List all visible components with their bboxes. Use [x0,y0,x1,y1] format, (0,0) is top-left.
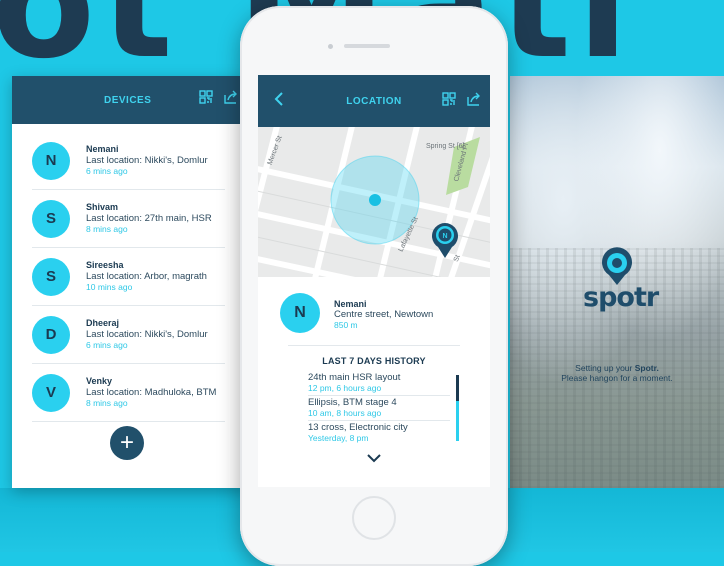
splash-message-prefix: Setting up your [575,363,635,373]
spotr-logo-pin-icon [602,247,632,285]
device-time: 6 mins ago [86,340,128,350]
history-place: Ellipsis, BTM stage 4 [308,397,397,408]
contact-location: Centre street, Newtown [334,309,434,320]
device-name: Shivam [86,202,119,212]
device-time: 8 mins ago [86,224,128,234]
avatar: D [32,315,70,354]
history-title: LAST 7 DAYS HISTORY [322,356,426,366]
phone-camera [328,44,333,49]
device-name: Venky [86,376,113,386]
street-label: Spring St [6] [426,143,465,150]
history-item[interactable]: 13 cross, Electronic city Yesterday, 8 p… [308,421,450,446]
history-place: 24th main HSR layout [308,372,401,383]
splash-screen: spotr Setting up your Spotr. Please hang… [510,76,724,488]
device-name: Dheeraj [86,318,120,328]
device-row[interactable]: S Sireesha Last location: Arbor, magrath… [32,248,225,306]
device-location: Last location: Arbor, magrath [86,271,207,282]
qr-code-icon[interactable] [199,90,213,104]
device-list: N Nemani Last location: Nikki's, Domlur … [12,124,247,422]
device-time: 6 mins ago [86,166,128,176]
history-time: 12 pm, 6 hours ago [308,383,382,393]
qr-code-icon[interactable] [442,92,456,106]
history-place: 13 cross, Electronic city [308,422,408,433]
chevron-down-icon[interactable] [366,450,382,468]
device-row[interactable]: N Nemani Last location: Nikki's, Domlur … [32,132,225,190]
divider [288,345,460,346]
spotr-logo-text: spotr [583,282,659,313]
avatar: N [32,141,70,180]
device-name: Nemani [86,144,119,154]
device-row[interactable]: D Dheeraj Last location: Nikki's, Domlur… [32,306,225,364]
device-row[interactable]: V Venky Last location: Madhuloka, BTM 8 … [32,364,225,422]
splash-message: Setting up your Spotr. Please hangon for… [510,363,724,383]
avatar: N [280,293,320,333]
location-app-bar: LOCATION [258,75,490,127]
history-list: 24th main HSR layout 12 pm, 6 hours ago … [308,371,450,446]
device-location: Last location: Nikki's, Domlur [86,329,208,340]
devices-screen: DEVICES N Nemani Last location: Nikki's,… [12,76,247,488]
splash-message-line2: Please hangon for a moment. [561,373,673,383]
device-location: Last location: Madhuloka, BTM [86,387,217,398]
device-row[interactable]: S Shivam Last location: 27th main, HSR 8… [32,190,225,248]
device-location: Last location: 27th main, HSR [86,213,212,224]
devices-app-bar: DEVICES [12,76,247,124]
devices-title: DEVICES [104,94,152,106]
share-icon[interactable] [223,90,239,104]
device-name: Sireesha [86,260,124,270]
avatar: S [32,199,70,238]
share-icon[interactable] [466,92,482,106]
device-time: 8 mins ago [86,398,128,408]
history-item[interactable]: 24th main HSR layout 12 pm, 6 hours ago [308,371,450,396]
history-item[interactable]: Ellipsis, BTM stage 4 10 am, 8 hours ago [308,396,450,421]
avatar: V [32,373,70,412]
phone-frame: LOCATION Spring St [6] Mercer St Clevela… [240,6,508,566]
map-marker-initial: N [442,233,447,240]
contact-name: Nemani [334,299,367,309]
map-marker-icon[interactable]: N [430,219,460,259]
location-screen: LOCATION Spring St [6] Mercer St Clevela… [258,75,490,487]
splash-message-brand: Spotr. [634,363,659,373]
contact-distance: 850 m [334,320,358,330]
add-device-button[interactable]: + [110,426,144,460]
avatar: S [32,257,70,296]
history-time: 10 am, 8 hours ago [308,408,382,418]
phone-home-button[interactable] [352,496,396,540]
device-time: 10 mins ago [86,282,133,292]
phone-speaker [344,44,390,48]
selected-contact: N Nemani Centre street, Newtown 850 m [258,285,490,347]
history-scroll-thumb[interactable] [456,375,459,401]
device-location: Last location: Nikki's, Domlur [86,155,208,166]
history-time: Yesterday, 8 pm [308,433,369,443]
map-view[interactable]: Spring St [6] Mercer St Cleveland Pl Laf… [258,127,490,277]
